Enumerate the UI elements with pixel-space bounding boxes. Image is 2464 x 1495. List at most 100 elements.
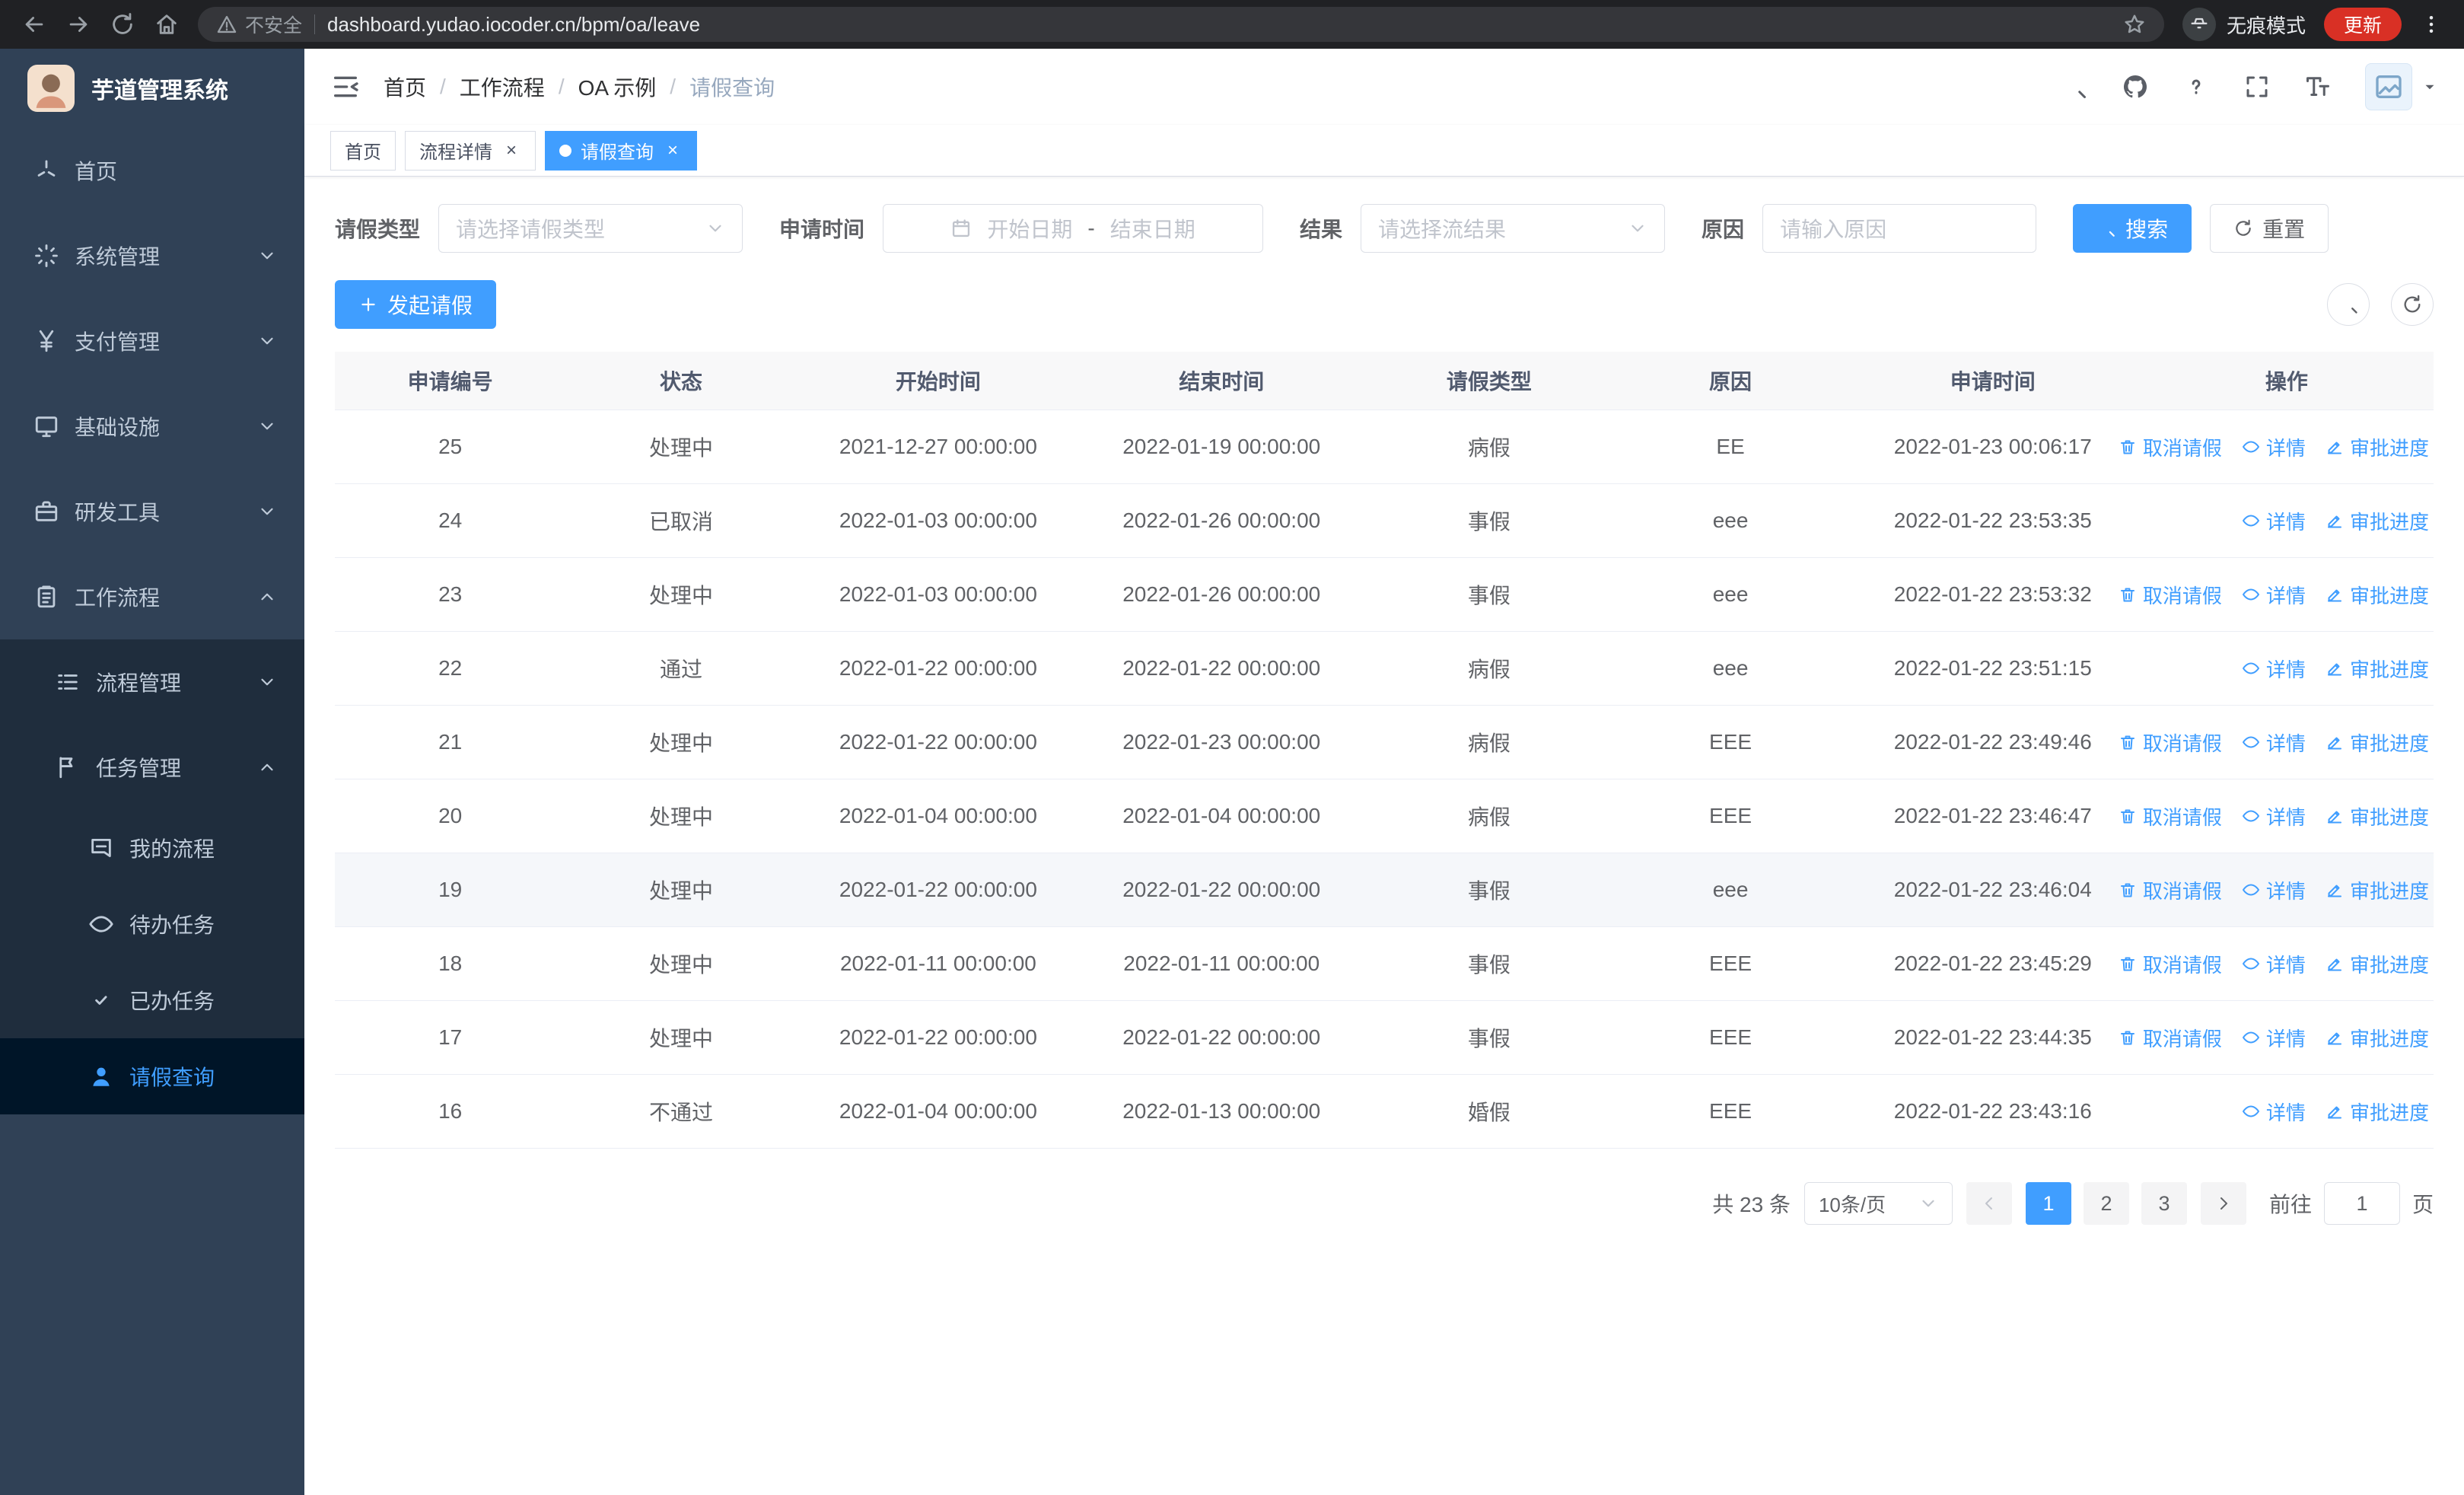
sidebar-item-my-process[interactable]: 我的流程: [0, 810, 304, 886]
detail-link[interactable]: 详情: [2242, 950, 2306, 978]
user-menu[interactable]: [2365, 63, 2438, 110]
back-icon[interactable]: [21, 11, 47, 37]
op-label: 详情: [2265, 732, 2306, 755]
date-range-picker[interactable]: 开始日期 - 结束日期: [883, 204, 1264, 253]
create-leave-button[interactable]: 发起请假: [335, 280, 497, 329]
cancel-link[interactable]: 取消请假: [2119, 433, 2222, 461]
search-icon[interactable]: [2061, 73, 2088, 100]
close-icon[interactable]: ×: [501, 140, 521, 161]
refresh-table-button[interactable]: [2391, 283, 2434, 326]
close-icon[interactable]: ×: [663, 140, 683, 161]
breadcrumb-item[interactable]: 工作流程: [460, 72, 545, 102]
progress-link[interactable]: 审批进度: [2326, 802, 2429, 830]
cancel-link[interactable]: 取消请假: [2119, 1024, 2222, 1052]
cancel-link[interactable]: 取消请假: [2119, 950, 2222, 978]
edit-icon: [2326, 807, 2344, 825]
sidebar-item-workflow[interactable]: 工作流程: [0, 554, 304, 639]
reset-button[interactable]: 重置: [2210, 204, 2329, 253]
cancel-link[interactable]: 取消请假: [2119, 802, 2222, 830]
sidebar-item-system[interactable]: 系统管理: [0, 213, 304, 298]
tab-process-detail[interactable]: 流程详情 ×: [405, 130, 536, 171]
sidebar-item-infrastructure[interactable]: 基础设施: [0, 384, 304, 469]
github-icon[interactable]: [2122, 73, 2149, 100]
help-icon[interactable]: [2182, 73, 2210, 100]
cancel-link[interactable]: 取消请假: [2119, 728, 2222, 757]
home-icon[interactable]: [154, 11, 180, 37]
sidebar-item-leave-query[interactable]: 请假查询: [0, 1038, 304, 1114]
detail-link[interactable]: 详情: [2242, 1098, 2306, 1126]
breadcrumb-item[interactable]: 首页: [384, 72, 426, 102]
leave-type-select[interactable]: 请选择请假类型: [438, 204, 743, 253]
forward-icon[interactable]: [65, 11, 91, 37]
briefcase-icon: [33, 499, 59, 524]
tab-home[interactable]: 首页: [330, 130, 396, 171]
sidebar-item-label: 任务管理: [96, 757, 182, 780]
fullscreen-icon[interactable]: [2243, 73, 2271, 100]
progress-link[interactable]: 审批进度: [2326, 581, 2429, 609]
sidebar-item-done-task[interactable]: 已办任务: [0, 962, 304, 1038]
progress-link[interactable]: 审批进度: [2326, 433, 2429, 461]
sidebar-logo[interactable]: 芋道管理系统: [0, 49, 304, 128]
op-label: 审批进度: [2349, 879, 2429, 903]
search-button[interactable]: 搜索: [2073, 204, 2192, 253]
incognito-badge: [2182, 8, 2216, 41]
bookmark-star-icon[interactable]: [2123, 13, 2146, 36]
yen-icon: [33, 328, 59, 354]
detail-link[interactable]: 详情: [2242, 1024, 2306, 1052]
page-button-3[interactable]: 3: [2141, 1182, 2187, 1225]
reason-input[interactable]: 请输入原因: [1762, 204, 2037, 253]
toggle-search-button[interactable]: [2327, 283, 2370, 326]
sidebar-item-devtools[interactable]: 研发工具: [0, 469, 304, 554]
security-indicator[interactable]: 不安全: [216, 11, 302, 38]
progress-link[interactable]: 审批进度: [2326, 950, 2429, 978]
row-actions: 取消请假 详情 审批进度: [2120, 853, 2434, 926]
font-size-icon[interactable]: [2304, 73, 2332, 100]
cancel-link[interactable]: 取消请假: [2119, 581, 2222, 609]
collapse-sidebar-icon[interactable]: [330, 72, 361, 102]
url-text[interactable]: dashboard.yudao.iocoder.cn/bpm/oa/leave: [327, 13, 2111, 37]
progress-link[interactable]: 审批进度: [2326, 655, 2429, 683]
progress-link[interactable]: 审批进度: [2326, 876, 2429, 904]
detail-link[interactable]: 详情: [2242, 728, 2306, 757]
start-date-placeholder: 开始日期: [987, 218, 1073, 241]
detail-link[interactable]: 详情: [2242, 655, 2306, 683]
filter-form: 请假类型 请选择请假类型 申请时间 开始日期 - 结束日期 结果 请选择流结果 …: [335, 204, 2434, 253]
refresh-icon: [2233, 218, 2253, 238]
progress-link[interactable]: 审批进度: [2326, 507, 2429, 535]
result-select[interactable]: 请选择流结果: [1361, 204, 1666, 253]
sidebar-item-process-mgmt[interactable]: 流程管理: [0, 639, 304, 725]
sidebar-item-home[interactable]: 首页: [0, 128, 304, 213]
next-page-button[interactable]: [2200, 1182, 2246, 1225]
sidebar-item-task-mgmt[interactable]: 任务管理: [0, 725, 304, 810]
page-button-1[interactable]: 1: [2025, 1182, 2071, 1225]
detail-link[interactable]: 详情: [2242, 581, 2306, 609]
cancel-link[interactable]: 取消请假: [2119, 876, 2222, 904]
sidebar-item-todo-task[interactable]: 待办任务: [0, 886, 304, 962]
page-numbers: 123: [2025, 1182, 2187, 1225]
reload-icon[interactable]: [110, 11, 135, 37]
detail-link[interactable]: 详情: [2242, 507, 2306, 535]
chevron-down-icon: [257, 331, 277, 351]
eye-icon: [2242, 512, 2260, 530]
progress-link[interactable]: 审批进度: [2326, 728, 2429, 757]
sidebar-item-label: 支付管理: [75, 330, 161, 354]
goto-page-input[interactable]: 1: [2323, 1182, 2400, 1225]
progress-link[interactable]: 审批进度: [2326, 1024, 2429, 1052]
browser-menu-icon[interactable]: circle{stroke:none}: [2420, 11, 2443, 37]
progress-link[interactable]: 审批进度: [2326, 1098, 2429, 1126]
reason: EEE: [1709, 952, 1752, 975]
detail-link[interactable]: 详情: [2242, 876, 2306, 904]
incognito-label: 无痕模式: [2226, 14, 2306, 37]
tab-leave-query[interactable]: 请假查询 ×: [545, 130, 697, 171]
sidebar-item-payment[interactable]: 支付管理: [0, 298, 304, 384]
detail-link[interactable]: 详情: [2242, 433, 2306, 461]
detail-link[interactable]: 详情: [2242, 802, 2306, 830]
check-icon: [88, 987, 114, 1013]
update-button[interactable]: 更新: [2323, 8, 2402, 41]
prev-page-button[interactable]: [1966, 1182, 2012, 1225]
page-button-2[interactable]: 2: [2083, 1182, 2129, 1225]
sidebar-item-label: 基础设施: [75, 416, 161, 439]
url-bar[interactable]: 不安全 dashboard.yudao.iocoder.cn/bpm/oa/le…: [198, 7, 2164, 42]
page-size-select[interactable]: 10条/页: [1803, 1182, 1953, 1225]
breadcrumb-item[interactable]: OA 示例: [578, 72, 657, 102]
